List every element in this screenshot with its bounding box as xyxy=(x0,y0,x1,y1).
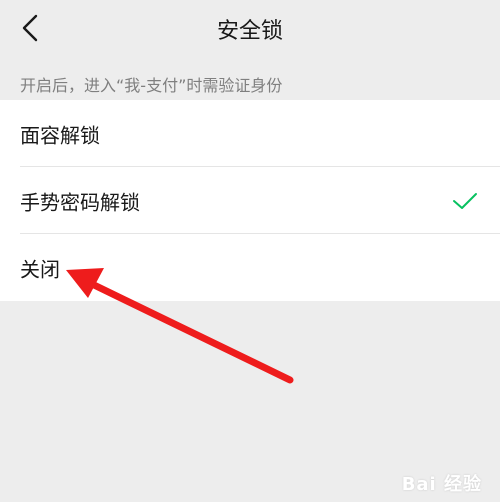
hint-text: 开启后，进入“我-支付”时需验证身份 xyxy=(20,76,283,95)
page-title: 安全锁 xyxy=(216,19,283,44)
checkmark-icon xyxy=(453,192,477,209)
option-off[interactable]: 关闭 xyxy=(0,234,500,301)
option-face-unlock[interactable]: 面容解锁 xyxy=(0,100,500,167)
option-label: 关闭 xyxy=(20,257,60,281)
watermark-logo: Bai 经验 xyxy=(401,474,482,495)
navigation-bar: 安全锁 xyxy=(0,0,500,56)
option-label: 手势密码解锁 xyxy=(20,190,140,214)
option-label: 面容解锁 xyxy=(20,123,100,147)
option-gesture-unlock[interactable]: 手势密码解锁 xyxy=(0,167,500,234)
lock-options-list: 面容解锁 手势密码解锁 关闭 xyxy=(0,100,500,301)
